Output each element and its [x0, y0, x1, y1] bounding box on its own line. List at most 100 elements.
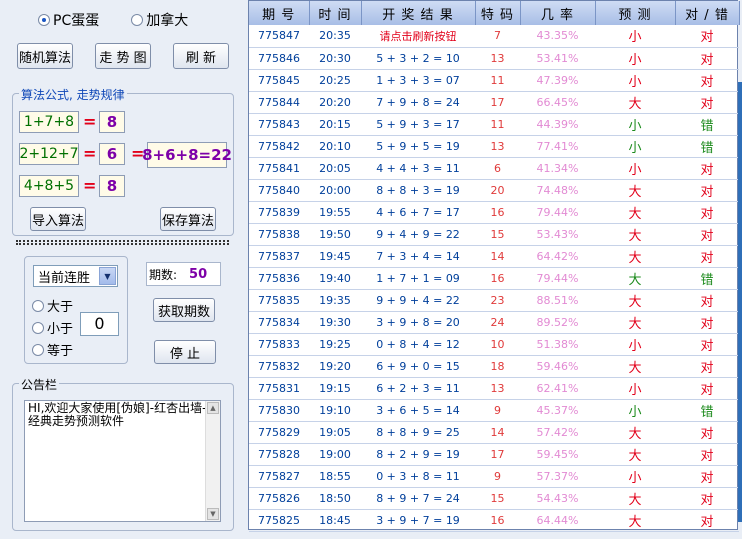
- stop-button[interactable]: 停 止: [154, 340, 216, 364]
- cell-period-id: 775832: [249, 355, 309, 378]
- table-row[interactable]: 775841 20:05 4 + 4 + 3 = 11 6 41.34% 小对: [249, 157, 739, 180]
- refresh-button[interactable]: 刷 新: [173, 43, 229, 69]
- table-row[interactable]: 775839 19:55 4 + 6 + 7 = 17 16 79.44% 大对: [249, 201, 739, 224]
- periods-input[interactable]: 50: [189, 267, 207, 282]
- radio-greater[interactable]: 大于: [32, 296, 73, 315]
- table-row[interactable]: 775843 20:15 5 + 9 + 3 = 17 11 44.39% 小错: [249, 113, 739, 136]
- radio-equal[interactable]: 等于: [32, 340, 73, 359]
- formula-expr-3[interactable]: 4+8+5: [19, 175, 79, 197]
- header-time[interactable]: 时 间: [309, 1, 362, 25]
- table-row[interactable]: 775830 19:10 3 + 6 + 5 = 14 9 45.37% 小错: [249, 399, 739, 422]
- header-prediction[interactable]: 预 测: [595, 1, 676, 25]
- table-row[interactable]: 775828 19:00 8 + 2 + 9 = 19 17 59.45% 大对: [249, 443, 739, 466]
- cell-result: 6 + 9 + 0 = 15: [361, 355, 475, 378]
- cell-period-id: 775828: [249, 443, 309, 466]
- cell-code: 14: [475, 421, 520, 444]
- table-row[interactable]: 775826 18:50 8 + 9 + 7 = 24 15 54.43% 大对: [249, 487, 739, 510]
- cell-prediction: 小: [595, 47, 675, 70]
- formula-group-title: 算法公式, 走势规律: [19, 86, 127, 103]
- cell-result: 4 + 6 + 7 = 17: [361, 201, 475, 224]
- cell-result: 0 + 8 + 4 = 12: [361, 333, 475, 356]
- chevron-down-icon[interactable]: ▼: [99, 267, 116, 285]
- notice-textarea[interactable]: HI,欢迎大家使用[伪娘]-红杏出墙-经典走势预测软件 ▲ ▼: [24, 400, 221, 522]
- table-row[interactable]: 775831 19:15 6 + 2 + 3 = 11 13 62.41% 小对: [249, 377, 739, 400]
- cell-period-id: 775843: [249, 113, 309, 136]
- trend-chart-button[interactable]: 走 势 图: [95, 43, 151, 69]
- cell-prediction: 大: [595, 245, 675, 268]
- cell-prediction: 大: [595, 223, 675, 246]
- import-algorithm-button[interactable]: 导入算法: [30, 207, 86, 231]
- cell-time: 19:55: [309, 201, 361, 224]
- cell-code: 17: [475, 91, 520, 114]
- cell-result: 7 + 3 + 4 = 14: [361, 245, 475, 268]
- table-row[interactable]: 775835 19:35 9 + 9 + 4 = 22 23 88.51% 大对: [249, 289, 739, 312]
- mode-radio-pc[interactable]: PC蛋蛋: [38, 10, 99, 30]
- notice-scrollbar[interactable]: ▲ ▼: [205, 401, 220, 521]
- cell-time: 20:30: [309, 47, 361, 70]
- header-rate[interactable]: 几 率: [520, 1, 596, 25]
- streak-select[interactable]: 当前连胜 ▼: [33, 265, 118, 287]
- radio-less[interactable]: 小于: [32, 318, 73, 337]
- cell-prediction: 大: [595, 311, 675, 334]
- header-result[interactable]: 开 奖 结 果: [361, 1, 476, 25]
- fetch-periods-button[interactable]: 获取期数: [153, 298, 215, 322]
- table-row[interactable]: 775833 19:25 0 + 8 + 4 = 12 10 51.38% 小对: [249, 333, 739, 356]
- notice-text: HI,欢迎大家使用[伪娘]-红杏出墙-经典走势预测软件: [28, 401, 207, 428]
- table-row[interactable]: 775837 19:45 7 + 3 + 4 = 14 14 64.42% 大对: [249, 245, 739, 268]
- table-row[interactable]: 775842 20:10 5 + 9 + 5 = 19 13 77.41% 小错: [249, 135, 739, 158]
- formula-expr-1[interactable]: 1+7+8: [19, 111, 79, 133]
- table-row[interactable]: 775832 19:20 6 + 9 + 0 = 15 18 59.46% 大对: [249, 355, 739, 378]
- formula-expr-2[interactable]: 2+12+7: [19, 143, 79, 165]
- table-row[interactable]: 775838 19:50 9 + 4 + 9 = 22 15 53.43% 大对: [249, 223, 739, 246]
- threshold-input[interactable]: 0: [80, 312, 119, 336]
- save-algorithm-button[interactable]: 保存算法: [160, 207, 216, 231]
- cell-rate: 79.44%: [520, 201, 595, 224]
- cell-result: 8 + 2 + 9 = 19: [361, 443, 475, 466]
- cell-time: 20:20: [309, 91, 361, 114]
- cell-period-id: 775837: [249, 245, 309, 268]
- table-row[interactable]: 775845 20:25 1 + 3 + 3 = 07 11 47.39% 小对: [249, 69, 739, 92]
- table-row[interactable]: 775844 20:20 7 + 9 + 8 = 24 17 66.45% 大对: [249, 91, 739, 114]
- results-table: 期 号 时 间 开 奖 结 果 特 码 几 率 预 测 对 / 错 775847…: [249, 1, 740, 532]
- table-row[interactable]: 775827 18:55 0 + 3 + 8 = 11 9 57.37% 小对: [249, 465, 739, 488]
- notice-title: 公告栏: [19, 376, 60, 393]
- table-row[interactable]: 775846 20:30 5 + 3 + 2 = 10 13 53.41% 小对: [249, 47, 739, 70]
- table-row[interactable]: 775825 18:45 3 + 9 + 7 = 19 16 64.44% 大对: [249, 509, 739, 532]
- header-correct[interactable]: 对 / 错: [675, 1, 740, 25]
- scroll-up-icon[interactable]: ▲: [207, 402, 219, 414]
- cell-code: 9: [475, 465, 520, 488]
- cell-result: 8 + 8 + 9 = 25: [361, 421, 475, 444]
- table-row[interactable]: 775840 20:00 8 + 8 + 3 = 19 20 74.48% 大对: [249, 179, 739, 202]
- cell-prediction: 小: [595, 135, 675, 158]
- cell-result: 5 + 9 + 3 = 17: [361, 113, 475, 136]
- random-algorithm-button[interactable]: 随机算法: [17, 43, 73, 69]
- mode-radio-canada[interactable]: 加拿大: [131, 10, 188, 30]
- cell-prediction: 大: [595, 355, 675, 378]
- table-row[interactable]: 775834 19:30 3 + 9 + 8 = 20 24 89.52% 大对: [249, 311, 739, 334]
- cell-rate: 88.51%: [520, 289, 595, 312]
- table-row[interactable]: 775847 20:35 请点击刷新按钮 7 43.35% 小对: [249, 25, 739, 48]
- cell-code: 18: [475, 355, 520, 378]
- cell-correct: 对: [675, 245, 739, 268]
- radio-greater-label: 大于: [47, 300, 74, 315]
- cell-correct: 错: [675, 399, 739, 422]
- results-table-container: 期 号 时 间 开 奖 结 果 特 码 几 率 预 测 对 / 错 775847…: [248, 0, 740, 532]
- cell-code: 20: [475, 179, 520, 202]
- cell-prediction: 大: [595, 443, 675, 466]
- cell-period-id: 775841: [249, 157, 309, 180]
- header-id[interactable]: 期 号: [249, 1, 310, 25]
- scroll-down-icon[interactable]: ▼: [207, 508, 219, 520]
- cell-rate: 79.44%: [520, 267, 595, 290]
- radio-dot-icon: [38, 14, 50, 26]
- header-code[interactable]: 特 码: [475, 1, 521, 25]
- table-row[interactable]: 775829 19:05 8 + 8 + 9 = 25 14 57.42% 大对: [249, 421, 739, 444]
- cell-period-id: 775839: [249, 201, 309, 224]
- table-scrollbar[interactable]: [738, 82, 742, 522]
- cell-result: 1 + 7 + 1 = 09: [361, 267, 475, 290]
- cell-correct: 错: [675, 267, 739, 290]
- cell-prediction: 小: [595, 333, 675, 356]
- table-row[interactable]: 775836 19:40 1 + 7 + 1 = 09 16 79.44% 大错: [249, 267, 739, 290]
- cell-code: 11: [475, 69, 520, 92]
- cell-period-id: 775846: [249, 47, 309, 70]
- radio-dot-icon: [32, 321, 44, 334]
